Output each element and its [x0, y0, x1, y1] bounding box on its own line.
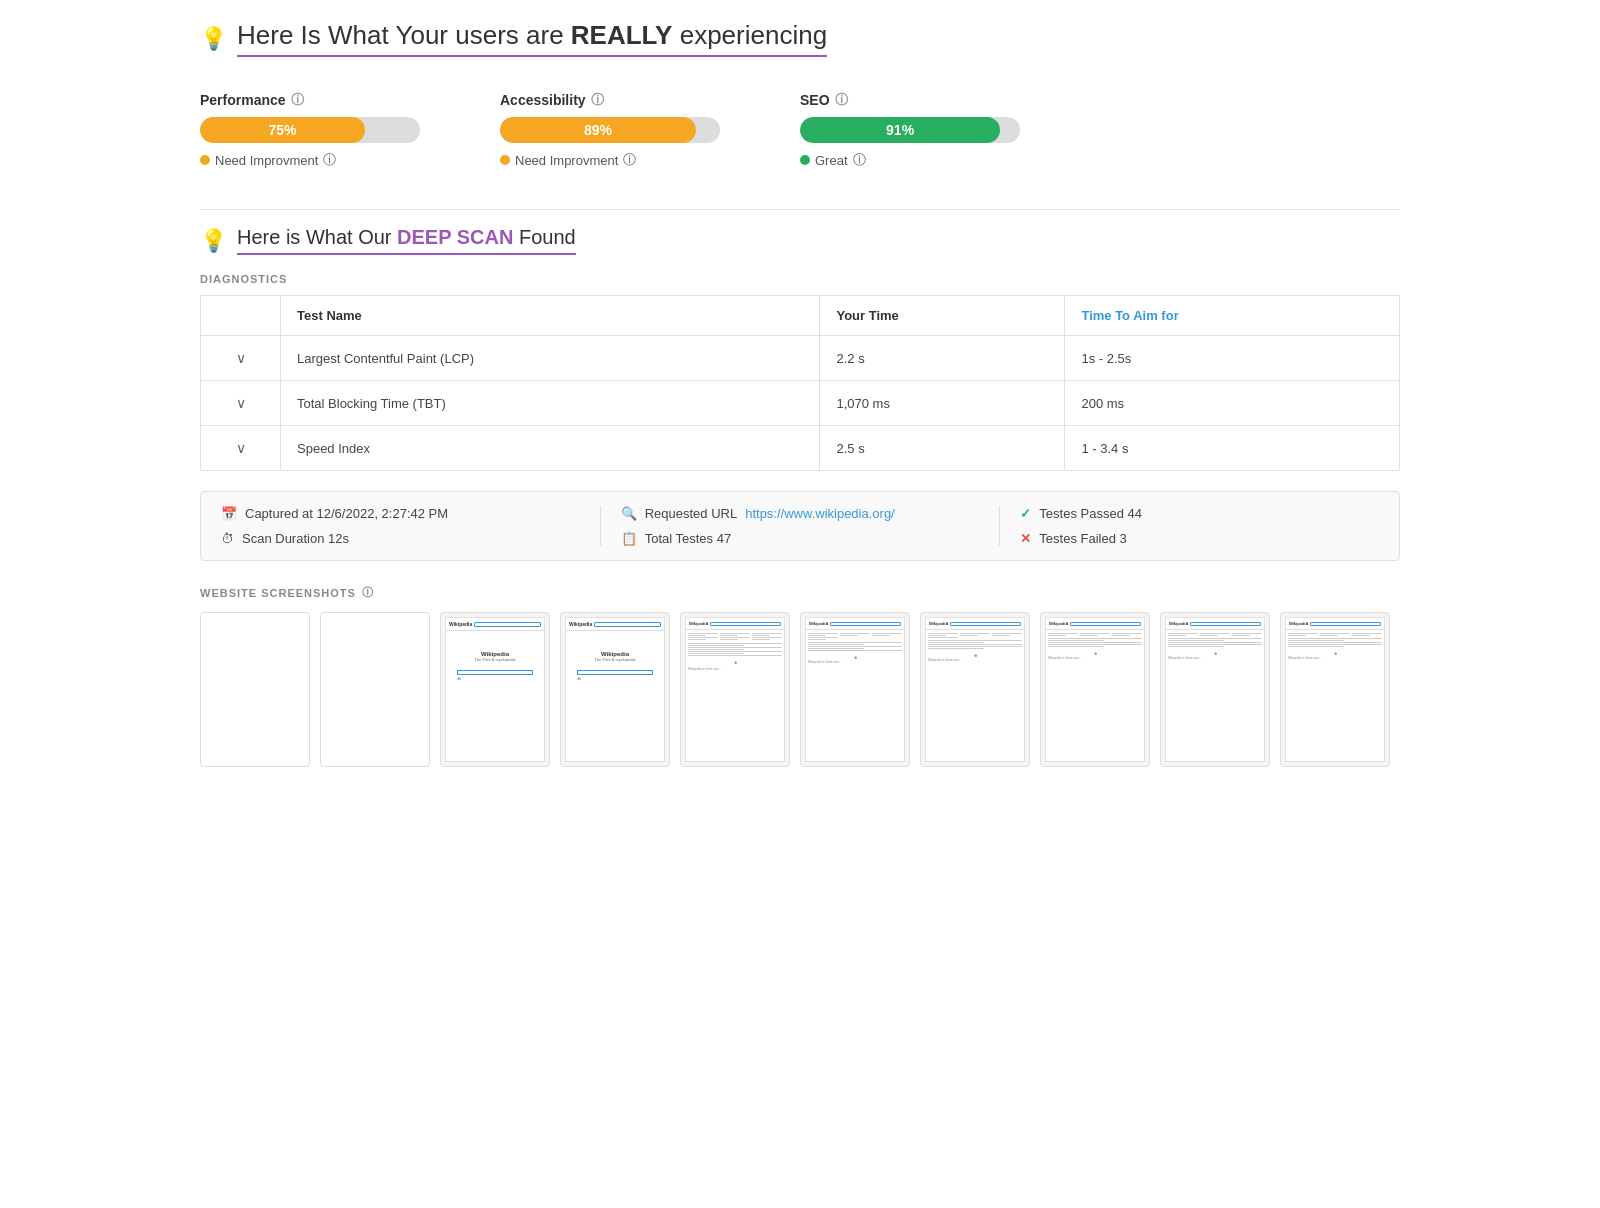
seo-progress-bar: 91% [800, 117, 1000, 143]
row-2-aim: 200 ms [1065, 381, 1400, 426]
calendar-icon: 📅 [221, 506, 237, 521]
screenshot-thumb-4[interactable]: Wikipedia Wikipedia The Free Encyclopedi… [560, 612, 670, 767]
performance-help-icon[interactable]: ⓘ [291, 91, 304, 109]
table-row: ∨ Total Blocking Time (TBT) 1,070 ms 200… [201, 381, 1400, 426]
metric-seo-label: SEO ⓘ [800, 91, 1020, 109]
expand-button-3[interactable]: ∨ [236, 440, 246, 456]
screenshot-thumb-5[interactable]: WikipediA ⊕ Wikipedia is a free-use... [680, 612, 790, 767]
screenshot-thumb-8[interactable]: WikipediA ⊕Wikipedia is a free-use... [1040, 612, 1150, 767]
seo-progress-wrap: 91% [800, 117, 1020, 143]
row-3-expand[interactable]: ∨ [201, 426, 281, 471]
seo-status-dot [800, 155, 810, 165]
performance-progress-bar: 75% [200, 117, 365, 143]
diagnostics-table: Test Name Your Time Time To Aim for ∨ La… [200, 295, 1400, 471]
row-1-expand[interactable]: ∨ [201, 336, 281, 381]
accessibility-help-icon[interactable]: ⓘ [591, 91, 604, 109]
info-bar: 📅 Captured at 12/6/2022, 2:27:42 PM ⏱ Sc… [200, 491, 1400, 561]
deep-scan-title: 💡 Here is What Our DEEP SCAN Found [200, 226, 1400, 255]
info-bar-col-1: 📅 Captured at 12/6/2022, 2:27:42 PM ⏱ Sc… [221, 506, 601, 546]
metric-seo: SEO ⓘ 91% Great ⓘ [800, 91, 1020, 169]
bulb-icon: 💡 [200, 26, 227, 52]
main-title: 💡 Here Is What Your users are REALLY exp… [200, 20, 1400, 57]
metric-accessibility-label: Accessibility ⓘ [500, 91, 720, 109]
row-1-test: Largest Contentful Paint (LCP) [281, 336, 820, 381]
table-header-time-to-aim: Time To Aim for [1065, 296, 1400, 336]
timer-icon: ⏱ [221, 531, 234, 546]
table-row: ∨ Speed Index 2.5 s 1 - 3.4 s [201, 426, 1400, 471]
metrics-section: Performance ⓘ 75% Need Improvment ⓘ Acce… [200, 81, 1400, 179]
seo-help-icon[interactable]: ⓘ [835, 91, 848, 109]
performance-progress-wrap: 75% [200, 117, 420, 143]
accessibility-status-dot [500, 155, 510, 165]
row-2-test: Total Blocking Time (TBT) [281, 381, 820, 426]
accessibility-status: Need Improvment ⓘ [500, 151, 720, 169]
clipboard-icon: 📋 [621, 531, 637, 546]
screenshot-thumb-6[interactable]: WikipediA ⊕Wikipedia is a free-use... [800, 612, 910, 767]
table-header-test-name: Test Name [281, 296, 820, 336]
row-2-expand[interactable]: ∨ [201, 381, 281, 426]
requested-url-link[interactable]: https://www.wikipedia.org/ [745, 506, 895, 521]
info-bar-col-2: 🔍 Requested URL https://www.wikipedia.or… [621, 506, 1001, 546]
table-header-your-time: Your Time [820, 296, 1065, 336]
testes-failed-item: ✕ Testes Failed 3 [1020, 531, 1379, 546]
metric-performance: Performance ⓘ 75% Need Improvment ⓘ [200, 91, 420, 169]
seo-status: Great ⓘ [800, 151, 1020, 169]
screenshots-label: WEBSITE SCREENSHOTS ⓘ [200, 585, 1400, 600]
row-3-your-time: 2.5 s [820, 426, 1065, 471]
performance-status: Need Improvment ⓘ [200, 151, 420, 169]
expand-button-2[interactable]: ∨ [236, 395, 246, 411]
row-1-your-time: 2.2 s [820, 336, 1065, 381]
seo-status-help[interactable]: ⓘ [853, 151, 866, 169]
screenshots-grid: Wikipedia Wikipedia The Free Encyclopedi… [200, 612, 1400, 767]
divider-1 [200, 209, 1400, 210]
search-icon: 🔍 [621, 506, 637, 521]
accessibility-status-help[interactable]: ⓘ [623, 151, 636, 169]
table-header-expand [201, 296, 281, 336]
accessibility-progress-wrap: 89% [500, 117, 720, 143]
accessibility-progress-bar: 89% [500, 117, 696, 143]
screenshot-thumb-9[interactable]: WikipediA ⊕Wikipedia is a free-use... [1160, 612, 1270, 767]
total-testes-item: 📋 Total Testes 47 [621, 531, 980, 546]
page-container: 💡 Here Is What Your users are REALLY exp… [170, 0, 1430, 787]
screenshot-thumb-1[interactable] [200, 612, 310, 767]
screenshots-help-icon[interactable]: ⓘ [362, 585, 374, 600]
deep-scan-bulb-icon: 💡 [200, 228, 227, 254]
performance-status-dot [200, 155, 210, 165]
main-title-text: Here Is What Your users are REALLY exper… [237, 20, 827, 57]
screenshot-thumb-2[interactable] [320, 612, 430, 767]
diagnostics-label: DIAGNOSTICS [200, 273, 1400, 285]
deep-scan-title-text: Here is What Our DEEP SCAN Found [237, 226, 576, 255]
screenshot-thumb-10[interactable]: WikipediA ⊕Wikipedia is a free-use... [1280, 612, 1390, 767]
requested-url-item: 🔍 Requested URL https://www.wikipedia.or… [621, 506, 980, 521]
row-3-aim: 1 - 3.4 s [1065, 426, 1400, 471]
testes-passed-item: ✓ Testes Passed 44 [1020, 506, 1379, 521]
screenshot-thumb-3[interactable]: Wikipedia Wikipedia The Free Encyclopedi… [440, 612, 550, 767]
metric-performance-label: Performance ⓘ [200, 91, 420, 109]
capture-time-item: 📅 Captured at 12/6/2022, 2:27:42 PM [221, 506, 580, 521]
info-bar-col-3: ✓ Testes Passed 44 ✕ Testes Failed 3 [1020, 506, 1379, 546]
x-icon: ✕ [1020, 531, 1031, 546]
screenshot-thumb-7[interactable]: WikipediA ⊕Wikipedia is a free-use... [920, 612, 1030, 767]
check-icon: ✓ [1020, 506, 1031, 521]
performance-status-help[interactable]: ⓘ [323, 151, 336, 169]
row-3-test: Speed Index [281, 426, 820, 471]
scan-duration-item: ⏱ Scan Duration 12s [221, 531, 580, 546]
metric-accessibility: Accessibility ⓘ 89% Need Improvment ⓘ [500, 91, 720, 169]
row-2-your-time: 1,070 ms [820, 381, 1065, 426]
table-row: ∨ Largest Contentful Paint (LCP) 2.2 s 1… [201, 336, 1400, 381]
row-1-aim: 1s - 2.5s [1065, 336, 1400, 381]
expand-button-1[interactable]: ∨ [236, 350, 246, 366]
